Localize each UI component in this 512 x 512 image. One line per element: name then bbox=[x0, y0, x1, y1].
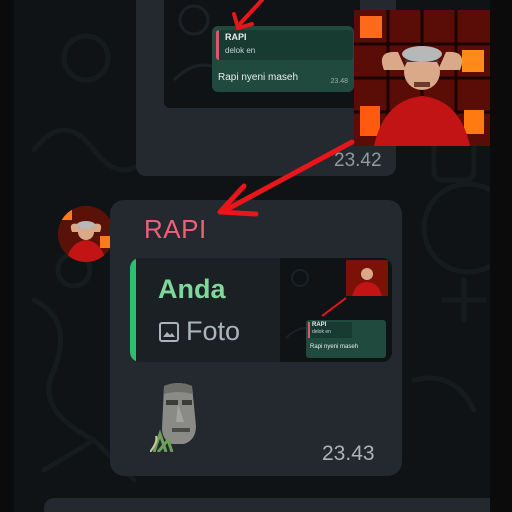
mini-quoted-name: RAPI bbox=[225, 32, 247, 42]
thumb-reply-text: Rapi nyeni maseh bbox=[310, 344, 359, 350]
message-bubble[interactable]: RAPI Anda Foto RAPI delok en Rapi nyeni … bbox=[110, 200, 402, 476]
next-message-bubble[interactable] bbox=[44, 498, 490, 512]
mini-reply-text: Rapi nyeni maseh bbox=[218, 72, 299, 83]
mini-quoted-text: delok en bbox=[225, 46, 256, 55]
profile-photo-large[interactable] bbox=[354, 10, 490, 146]
chat-background: 23.42 RAPI delok en Rapi nyeni maseh 23.… bbox=[14, 0, 490, 512]
quoted-message[interactable]: Anda Foto RAPI delok en Rapi nyeni maseh bbox=[130, 258, 392, 362]
previous-reply-card[interactable]: RAPI delok en Rapi nyeni maseh 23.48 bbox=[212, 26, 354, 92]
person-photo-image bbox=[354, 10, 490, 146]
quoted-author: Anda bbox=[158, 274, 226, 304]
quote-accent-bar bbox=[130, 258, 136, 362]
thumb-quoted-name: RAPI bbox=[312, 322, 327, 328]
moai-sticker-image bbox=[149, 383, 196, 453]
avatar-image bbox=[58, 206, 114, 262]
quoted-type-label: Foto bbox=[186, 316, 241, 346]
mini-quoted-block[interactable]: RAPI delok en bbox=[216, 30, 353, 60]
previous-message-time: 23.42 bbox=[334, 150, 382, 171]
sender-avatar[interactable] bbox=[58, 206, 114, 262]
mini-reply-time: 23.48 bbox=[330, 78, 348, 85]
quoted-thumbnail: RAPI delok en Rapi nyeni maseh bbox=[280, 258, 392, 362]
message-time: 23.43 bbox=[322, 442, 375, 465]
sender-name[interactable]: RAPI bbox=[144, 214, 207, 245]
image-icon bbox=[159, 322, 179, 342]
thumb-quoted-text: delok en bbox=[312, 329, 331, 335]
moai-sticker[interactable] bbox=[149, 380, 208, 453]
